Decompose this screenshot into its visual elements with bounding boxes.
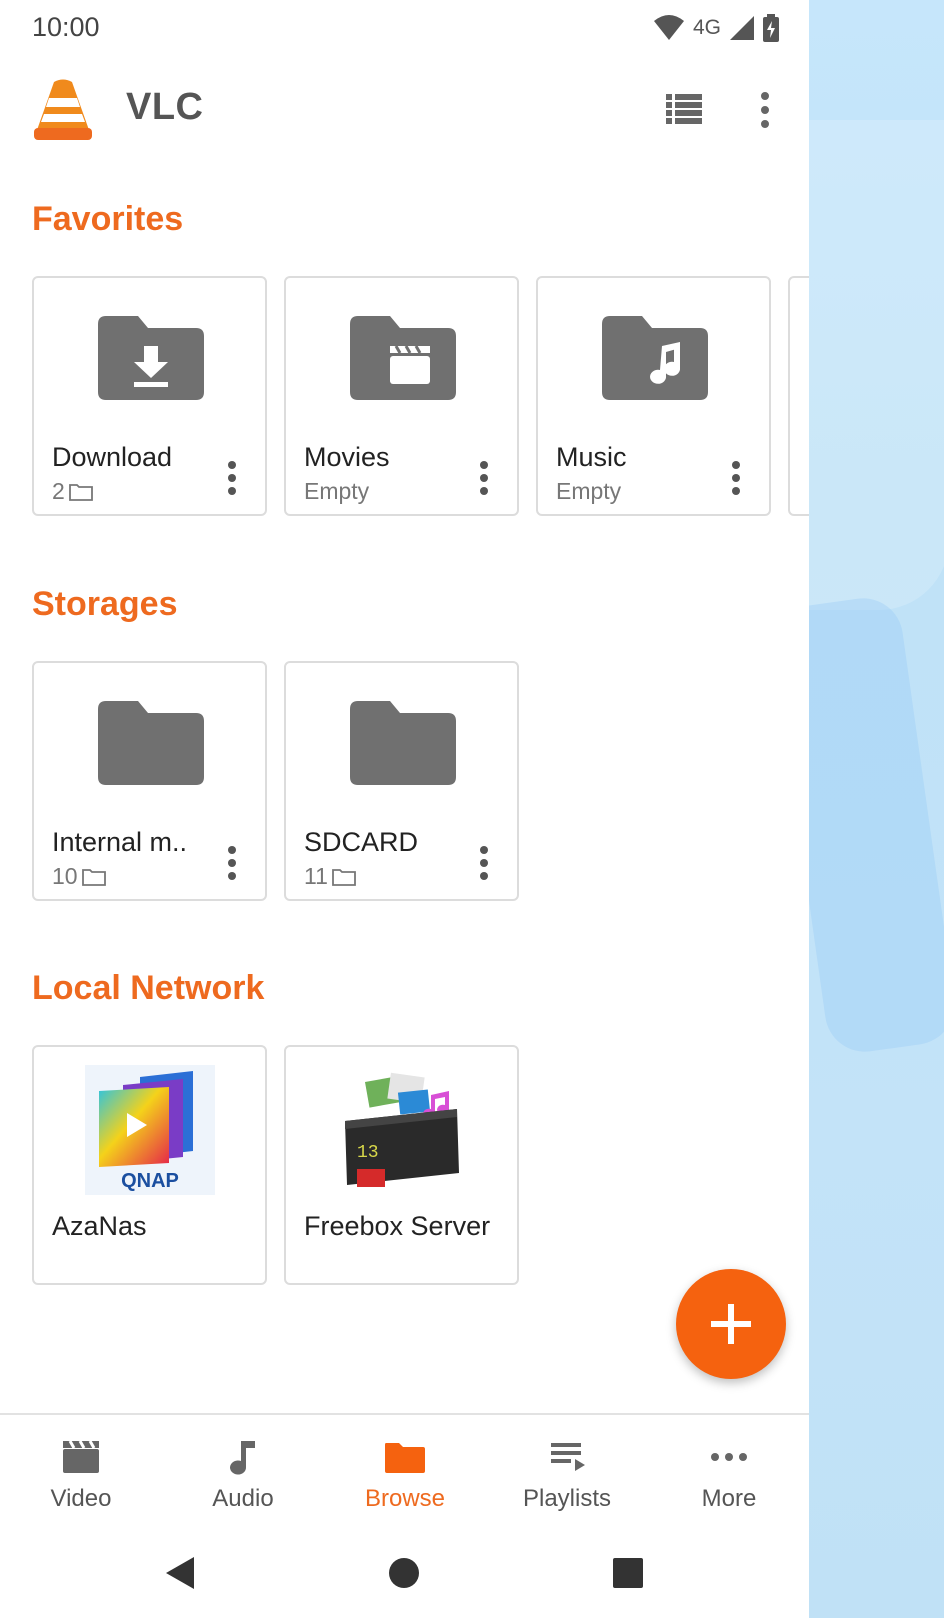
qnap-logo-text: QNAP <box>121 1170 179 1192</box>
nav-label: Playlists <box>522 1485 612 1512</box>
home-icon[interactable] <box>384 1553 424 1593</box>
folder-outline-icon <box>331 868 356 886</box>
card-more-icon[interactable] <box>227 460 237 496</box>
storage-card-internal[interactable]: Internal m.. 10 <box>32 661 267 901</box>
bottom-navigation: Video Audio Browse Playlists More <box>0 1413 809 1533</box>
favorite-card-movies[interactable]: Movies Empty <box>284 276 519 516</box>
browse-folder-icon <box>385 1443 425 1473</box>
nav-label: Video <box>50 1485 112 1512</box>
nav-item-browse[interactable]: Browse <box>324 1415 486 1535</box>
card-more-icon[interactable] <box>731 460 741 496</box>
video-icon <box>63 1440 99 1473</box>
nav-item-audio[interactable]: Audio <box>162 1415 324 1535</box>
folder-outline-icon <box>68 483 93 501</box>
vlc-app: 10:00 4G VLC Favorites Download 2 Movies… <box>0 0 809 1618</box>
nav-label: More <box>701 1485 757 1512</box>
folder-outline-icon <box>81 868 106 886</box>
audio-icon <box>230 1441 255 1475</box>
favorite-card-partial[interactable] <box>788 276 809 516</box>
card-sub: 2 <box>52 478 93 505</box>
nav-label: Browse <box>364 1485 446 1512</box>
storages-title: Storages <box>32 585 178 623</box>
card-name: Internal m.. <box>52 827 188 857</box>
status-bar: 10:00 4G <box>0 0 809 58</box>
card-name: Download <box>52 442 173 472</box>
playlists-icon <box>551 1443 585 1471</box>
favorites-title: Favorites <box>32 200 184 238</box>
movie-folder-icon <box>350 316 456 400</box>
local-network-title: Local Network <box>32 969 265 1007</box>
battery-charging-icon <box>763 14 779 42</box>
plus-icon <box>711 1304 751 1344</box>
card-name: Movies <box>304 442 390 472</box>
card-name: SDCARD <box>304 827 419 857</box>
nav-label: Audio <box>212 1485 274 1512</box>
nav-item-playlists[interactable]: Playlists <box>486 1415 648 1535</box>
card-more-icon[interactable] <box>227 845 237 881</box>
card-more-icon[interactable] <box>479 460 489 496</box>
music-folder-icon <box>602 316 708 400</box>
card-more-icon[interactable] <box>479 845 489 881</box>
more-horizontal-icon <box>711 1453 747 1461</box>
folder-icon <box>350 701 456 785</box>
app-title: VLC <box>126 86 204 128</box>
system-navigation-bar <box>0 1533 809 1618</box>
add-fab-button[interactable] <box>676 1269 786 1379</box>
vlc-cone-logo <box>34 79 92 140</box>
card-name: AzaNas <box>52 1211 147 1241</box>
nav-item-video[interactable]: Video <box>0 1415 162 1535</box>
network-type: 4G <box>692 16 721 39</box>
network-card-azanas[interactable]: QNAP AzaNas <box>32 1045 267 1285</box>
freebox-server-image: 13 <box>344 1072 459 1187</box>
card-name: Music <box>556 442 627 472</box>
download-folder-icon <box>98 316 204 400</box>
folder-icon <box>98 701 204 785</box>
card-sub: Empty <box>556 478 622 504</box>
card-name: Freebox Server <box>304 1211 491 1241</box>
app-bar: VLC <box>0 58 809 168</box>
list-view-icon[interactable] <box>666 94 702 124</box>
storage-card-sdcard[interactable]: SDCARD 11 <box>284 661 519 901</box>
wifi-icon <box>653 15 684 40</box>
card-sub: Empty <box>304 478 370 504</box>
network-card-freebox[interactable]: 13 Freebox Server <box>284 1045 519 1285</box>
qnap-logo: QNAP <box>84 1065 215 1195</box>
card-sub: 10 <box>52 863 106 890</box>
recents-icon[interactable] <box>608 1553 648 1593</box>
favorite-card-download[interactable]: Download 2 <box>32 276 267 516</box>
signal-icon <box>730 16 754 40</box>
card-sub: 11 <box>304 863 356 890</box>
wallpaper-background <box>809 0 944 1618</box>
favorite-card-music[interactable]: Music Empty <box>536 276 771 516</box>
back-icon[interactable] <box>160 1553 200 1593</box>
svg-text:13: 13 <box>357 1143 379 1163</box>
status-time: 10:00 <box>32 12 100 42</box>
nav-item-more[interactable]: More <box>648 1415 809 1535</box>
status-icons: 4G <box>653 14 779 42</box>
overflow-menu-icon[interactable] <box>750 90 780 130</box>
